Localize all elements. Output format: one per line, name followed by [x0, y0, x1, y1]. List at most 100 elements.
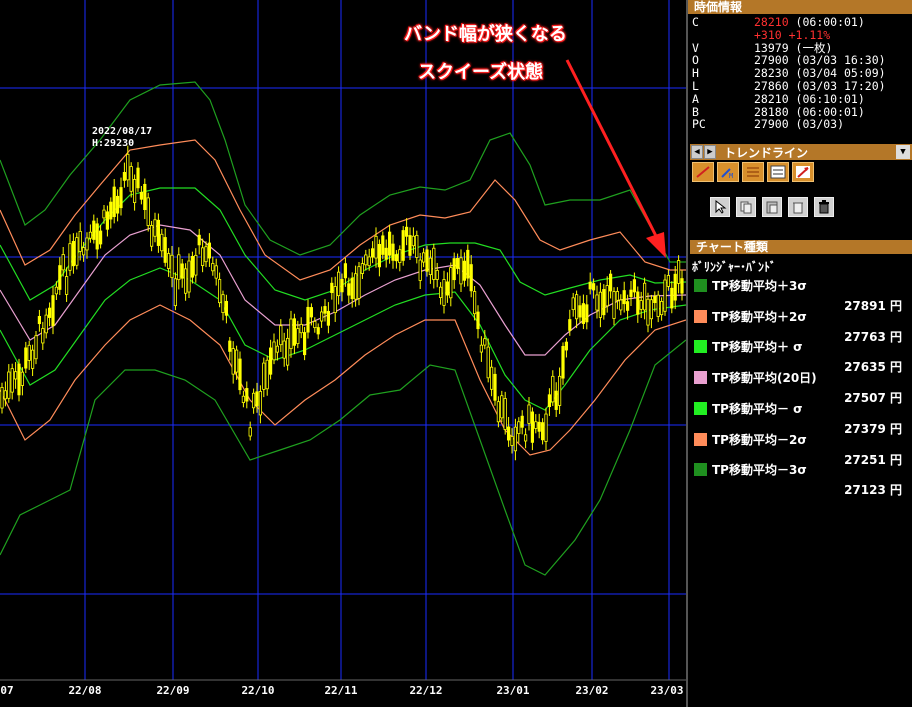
legend-item[interactable]: TP移動平均－3σ 27123 円 [692, 461, 908, 501]
candle-body [319, 311, 324, 322]
trash-icon [793, 202, 803, 214]
candle-body [51, 295, 55, 327]
text-tool-button[interactable] [767, 162, 789, 182]
candle-body [520, 415, 524, 428]
delete-button[interactable] [788, 197, 808, 217]
candle-body [626, 301, 630, 311]
candle-body [381, 235, 385, 255]
candle-body [476, 311, 480, 330]
candle-body [268, 347, 273, 375]
bollinger-chart[interactable] [0, 0, 686, 707]
candle-body [537, 421, 541, 432]
candle-body [489, 366, 494, 390]
candle-body [30, 349, 35, 369]
candle-body [129, 166, 133, 192]
candle-body [598, 291, 603, 318]
candle-body [255, 391, 259, 407]
candle-body [649, 299, 654, 320]
trendline-tool-button[interactable] [692, 162, 714, 182]
candle-body [143, 183, 147, 211]
candle-body [581, 303, 586, 324]
quote-header: 時価情報 [688, 0, 912, 14]
fibonacci-tool-button[interactable] [742, 162, 764, 182]
candle-body [156, 219, 160, 246]
candle-body [119, 187, 123, 209]
legend-label: TP移動平均－ σ [712, 401, 803, 416]
candle-body [347, 283, 351, 296]
candle-body [105, 211, 109, 230]
legend-swatch [694, 279, 707, 292]
paste-icon [766, 201, 778, 214]
candle-body [92, 220, 96, 240]
candle-body [343, 263, 348, 279]
prev-button[interactable]: ◀ [691, 145, 703, 159]
candle-body [425, 249, 429, 272]
annotation-line2: スクイーズ状態 [418, 62, 544, 83]
candle-body [653, 295, 657, 304]
candle-body [428, 257, 433, 276]
chart-type-name[interactable]: ﾎﾞﾘﾝｼﾞｬｰ･ﾊﾞﾝﾄﾞ [692, 258, 776, 275]
channel-tool-button[interactable]: M [717, 162, 739, 182]
candle-body [173, 278, 177, 307]
candle-body [204, 246, 208, 263]
trendline-bar: ◀ ▶ トレンドライン ▼ [690, 144, 912, 160]
candle-body [384, 247, 388, 260]
candle-body [313, 321, 317, 329]
legend-swatch [694, 309, 707, 323]
candle-body [636, 291, 640, 315]
candle-body [116, 195, 120, 214]
candle-body [279, 325, 283, 346]
arrow-tool-button[interactable] [792, 162, 814, 182]
candle-body [61, 254, 65, 271]
quote-key: PC [692, 117, 706, 132]
candle-body [660, 301, 664, 316]
next-button[interactable]: ▶ [704, 145, 716, 159]
candle-body [527, 404, 531, 424]
candle-body [541, 422, 545, 441]
copy-button[interactable] [736, 197, 756, 217]
quote-value: 28210 [754, 15, 789, 29]
candle-body [415, 234, 419, 258]
quote-row: C 28210 (06:00:01) [692, 16, 912, 29]
text-icon [770, 165, 786, 179]
legend-label: TP移動平均－3σ [712, 463, 807, 478]
candle-body [656, 294, 660, 317]
legend-label: TP移動平均－2σ [712, 432, 807, 447]
candle-body [592, 283, 596, 291]
candle-body [20, 371, 25, 386]
candle-body [13, 371, 18, 380]
candle-body [44, 314, 48, 334]
legend-swatch [694, 371, 707, 385]
candle-body [370, 248, 375, 258]
candle-body [364, 254, 368, 266]
candle-body [231, 348, 235, 375]
chart-area[interactable]: 2022/08/17 H:29230 バンド幅が狭くなる スクイーズ状態 07 … [0, 0, 686, 707]
candle-body [571, 297, 575, 311]
peak-date: 2022/08/17 [92, 126, 153, 137]
quote-value: 27900 [754, 117, 789, 132]
candle-body [238, 358, 242, 391]
candle-body [48, 307, 52, 318]
copy-icon [740, 201, 752, 214]
candle-body [666, 275, 671, 287]
candle-body [632, 279, 637, 293]
quote-row: L 27860 (03/03 17:20) [692, 80, 912, 93]
candle-body [132, 179, 137, 203]
candle-body [27, 344, 31, 361]
candle-body [609, 273, 613, 292]
candle-body [438, 286, 443, 298]
candle-body [374, 235, 378, 259]
legend-label: TP移動平均＋2σ [712, 309, 807, 324]
candle-body [102, 209, 106, 219]
candle-body [58, 265, 62, 290]
candle-body [459, 257, 463, 285]
candle-body [285, 337, 290, 366]
trendline-dropdown-button[interactable]: ▼ [896, 145, 910, 159]
candle-body [122, 172, 126, 181]
quote-key: L [692, 78, 699, 93]
delete-all-button[interactable] [814, 197, 834, 217]
paste-button[interactable] [762, 197, 782, 217]
legend-swatch [694, 340, 707, 354]
candle-body [629, 289, 633, 297]
select-button[interactable] [710, 197, 730, 217]
